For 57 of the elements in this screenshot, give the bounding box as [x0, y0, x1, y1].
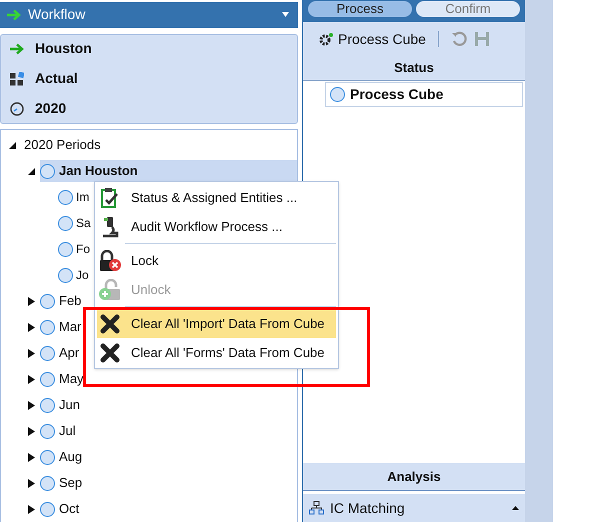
process-cube-button[interactable]: Process Cube [319, 28, 426, 50]
blocks-icon [10, 72, 24, 86]
menu-item[interactable]: Audit Workflow Process ... [97, 212, 336, 241]
status-row[interactable]: Process Cube [325, 82, 523, 107]
menu-item[interactable]: Status & Assigned Entities ... [97, 183, 336, 212]
expand-arrow-icon[interactable] [27, 478, 35, 488]
tree-item[interactable]: May [40, 368, 88, 390]
info-label: Houston [35, 39, 92, 58]
expand-arrow-icon[interactable] [27, 374, 35, 384]
expand-arrow-icon[interactable] [27, 348, 35, 358]
clock-icon [10, 102, 24, 116]
clipboard-check-icon [100, 186, 120, 208]
tree-item[interactable]: Apr [40, 342, 84, 364]
info-label: 2020 [35, 99, 66, 118]
expand-arrow-icon[interactable] [27, 400, 35, 410]
dropdown-caret-icon[interactable] [282, 12, 289, 18]
tree-item[interactable]: 2020 Periods [24, 135, 101, 155]
menu-item[interactable]: Lock [97, 246, 336, 275]
analysis-header: Analysis [303, 463, 525, 491]
info-label: Actual [35, 69, 78, 88]
expand-arrow-icon[interactable] [27, 452, 35, 462]
x-mark-icon [100, 342, 120, 362]
tree-item[interactable]: Sep [40, 472, 86, 494]
menu-item[interactable]: Clear All 'Import' Data From Cube [97, 309, 336, 338]
x-mark-icon [100, 314, 120, 334]
tree-item[interactable]: Feb [40, 290, 86, 312]
tab[interactable]: Confirm [415, 0, 521, 18]
expand-arrow-icon[interactable] [27, 322, 35, 332]
right-arrow-icon [6, 8, 22, 21]
tree-item[interactable]: Fo [58, 240, 90, 258]
tab[interactable]: Process [307, 0, 413, 18]
tree-item[interactable]: Sa [58, 214, 91, 232]
ic-matching-item[interactable]: IC Matching [303, 494, 525, 522]
workflow-header[interactable]: Workflow [0, 2, 298, 28]
gears-icon [319, 32, 334, 46]
expand-arrow-icon[interactable] [27, 504, 35, 514]
right-arrow-icon [9, 42, 25, 55]
collapse-caret-icon[interactable] [512, 506, 519, 510]
status-header: Status [303, 56, 525, 81]
tree-item[interactable]: Aug [40, 446, 86, 468]
lock-remove-icon [98, 250, 122, 272]
tree-item[interactable]: Oct [40, 498, 84, 520]
workflow-title: Workflow [28, 5, 86, 24]
microscope-icon [101, 216, 119, 238]
hierarchy-icon [309, 501, 324, 515]
menu-item[interactable]: Clear All 'Forms' Data From Cube [97, 338, 336, 367]
tree-item[interactable]: Jan Houston [40, 160, 297, 182]
unlock-add-icon [98, 278, 122, 300]
collapse-arrow-icon[interactable] [8, 140, 16, 150]
tree-item[interactable]: Jul [40, 420, 80, 442]
expand-arrow-icon[interactable] [27, 296, 35, 306]
tree-item[interactable]: Jun [40, 394, 84, 416]
tree-item[interactable]: Mar [40, 316, 86, 338]
collapse-arrow-icon[interactable] [27, 166, 35, 176]
tree-item[interactable]: Im [58, 188, 90, 206]
expand-arrow-icon[interactable] [27, 426, 35, 436]
tree-item[interactable]: Jo [58, 266, 89, 284]
